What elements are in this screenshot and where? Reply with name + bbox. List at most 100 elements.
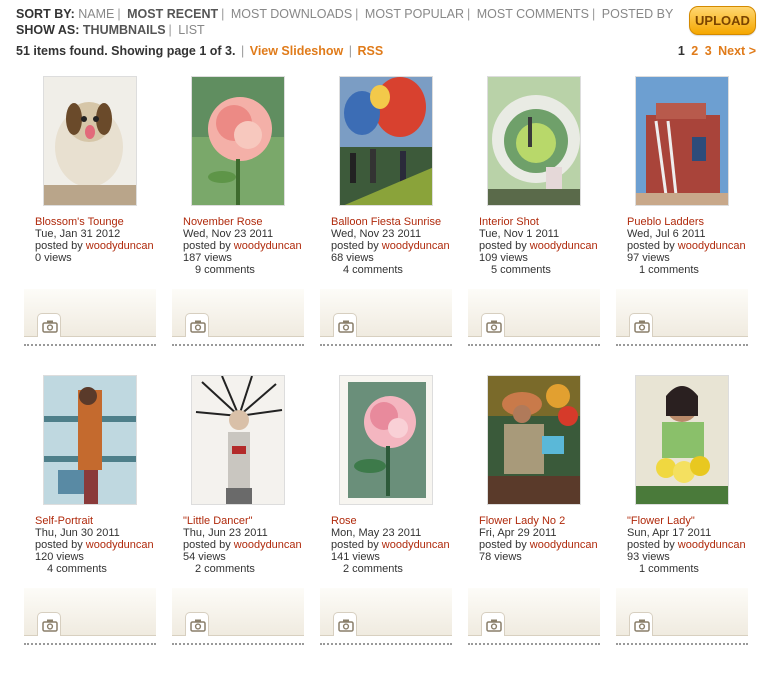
item-date: Fri, Apr 29 2011 bbox=[479, 527, 557, 539]
show-option-list[interactable]: LIST bbox=[178, 23, 204, 37]
page-1-link[interactable]: 1 bbox=[678, 44, 685, 58]
item-title[interactable]: "Little Dancer" bbox=[183, 515, 323, 527]
grid-row: Blossom's Tounge Tue, Jan 31 2012 posted b… bbox=[24, 76, 764, 375]
item-user-link[interactable]: woodyduncan bbox=[86, 240, 154, 252]
item-views: 120 views bbox=[35, 551, 84, 563]
item-user-link[interactable]: woodyduncan bbox=[678, 240, 746, 252]
sort-option-most-popular[interactable]: MOST POPULAR bbox=[365, 7, 464, 21]
artwork-thumbnail[interactable] bbox=[339, 76, 433, 206]
item-title[interactable]: Flower Lady No 2 bbox=[479, 515, 619, 527]
artwork-thumbnail[interactable] bbox=[191, 375, 285, 505]
artwork-thumbnail[interactable] bbox=[43, 76, 137, 206]
camera-icon[interactable] bbox=[629, 313, 653, 337]
artwork-thumbnail[interactable] bbox=[635, 76, 729, 206]
item-comments[interactable]: 4 comments bbox=[331, 264, 471, 276]
item-date: Sun, Apr 17 2011 bbox=[627, 527, 712, 539]
camera-icon[interactable] bbox=[333, 313, 357, 337]
item-user-link[interactable]: woodyduncan bbox=[678, 539, 746, 551]
page-2-link[interactable]: 2 bbox=[691, 44, 698, 58]
item-comments[interactable]: 5 comments bbox=[479, 264, 619, 276]
artwork-thumbnail[interactable] bbox=[43, 375, 137, 505]
item-date: Tue, Nov 1 2011 bbox=[479, 228, 560, 240]
artwork-thumbnail[interactable] bbox=[635, 375, 729, 505]
item-meta: Blossom's Tounge Tue, Jan 31 2012 posted b… bbox=[35, 216, 175, 264]
camera-icon[interactable] bbox=[37, 612, 61, 636]
sort-option-most-downloads[interactable]: MOST DOWNLOADS bbox=[231, 7, 352, 21]
item-tray bbox=[320, 588, 452, 636]
posted-by-label: posted by bbox=[479, 240, 527, 252]
camera-icon[interactable] bbox=[481, 313, 505, 337]
upload-button[interactable]: UPLOAD bbox=[689, 6, 756, 35]
camera-icon[interactable] bbox=[629, 612, 653, 636]
item-title[interactable]: Balloon Fiesta Sunrise bbox=[331, 216, 471, 228]
show-as-label: SHOW AS: bbox=[16, 23, 80, 37]
item-title[interactable]: Rose bbox=[331, 515, 471, 527]
item-user-link[interactable]: woodyduncan bbox=[530, 539, 598, 551]
item-comments[interactable]: 9 comments bbox=[183, 264, 323, 276]
item-comments[interactable]: 2 comments bbox=[183, 563, 323, 575]
item-views: 109 views bbox=[479, 252, 528, 264]
item-views: 78 views bbox=[479, 551, 522, 563]
artwork-thumbnail[interactable] bbox=[191, 76, 285, 206]
item-tray bbox=[468, 588, 600, 636]
divider bbox=[616, 643, 748, 645]
divider bbox=[616, 344, 748, 346]
item-comments[interactable]: 4 comments bbox=[35, 563, 175, 575]
item-views: 187 views bbox=[183, 252, 232, 264]
item-meta: "Flower Lady" Sun, Apr 17 2011 posted by w… bbox=[627, 515, 767, 575]
rss-link[interactable]: RSS bbox=[357, 44, 383, 58]
item-meta: Self-Portrait Thu, Jun 30 2011 posted by w… bbox=[35, 515, 175, 575]
camera-icon[interactable] bbox=[185, 313, 209, 337]
artwork-thumbnail[interactable] bbox=[339, 375, 433, 505]
item-meta: Flower Lady No 2 Fri, Apr 29 2011 posted b… bbox=[479, 515, 619, 563]
sort-option-most-recent[interactable]: MOST RECENT bbox=[127, 7, 218, 21]
item-date: Tue, Jan 31 2012 bbox=[35, 228, 121, 240]
posted-by-label: posted by bbox=[479, 539, 527, 551]
item-title[interactable]: Pueblo Ladders bbox=[627, 216, 767, 228]
view-slideshow-link[interactable]: View Slideshow bbox=[250, 44, 344, 58]
item-tray bbox=[172, 289, 304, 337]
show-option-thumbnails[interactable]: THUMBNAILS bbox=[83, 23, 166, 37]
artwork-thumbnail[interactable] bbox=[487, 375, 581, 505]
divider bbox=[468, 643, 600, 645]
item-user-link[interactable]: woodyduncan bbox=[234, 539, 302, 551]
item-tray bbox=[172, 588, 304, 636]
item-comments[interactable]: 2 comments bbox=[331, 563, 471, 575]
item-user-link[interactable]: woodyduncan bbox=[382, 240, 450, 252]
posted-by-label: posted by bbox=[35, 539, 83, 551]
item-title[interactable]: November Rose bbox=[183, 216, 323, 228]
sort-option-posted-by[interactable]: POSTED BY bbox=[602, 7, 674, 21]
artwork-thumbnail[interactable] bbox=[487, 76, 581, 206]
divider bbox=[468, 344, 600, 346]
item-user-link[interactable]: woodyduncan bbox=[382, 539, 450, 551]
camera-icon[interactable] bbox=[37, 313, 61, 337]
posted-by-label: posted by bbox=[627, 240, 675, 252]
item-tray bbox=[616, 588, 748, 636]
item-title[interactable]: Interior Shot bbox=[479, 216, 619, 228]
item-tray bbox=[320, 289, 452, 337]
item-tray bbox=[468, 289, 600, 337]
sort-option-most-comments[interactable]: MOST COMMENTS bbox=[477, 7, 589, 21]
page-3-link[interactable]: 3 bbox=[705, 44, 712, 58]
item-user-link[interactable]: woodyduncan bbox=[530, 240, 598, 252]
next-page-link[interactable]: Next > bbox=[718, 44, 756, 58]
item-date: Wed, Jul 6 2011 bbox=[627, 228, 706, 240]
item-views: 97 views bbox=[627, 252, 670, 264]
sort-option-name[interactable]: NAME bbox=[78, 7, 114, 21]
camera-icon[interactable] bbox=[185, 612, 209, 636]
sort-label: SORT BY: bbox=[16, 7, 75, 21]
posted-by-label: posted by bbox=[331, 240, 379, 252]
item-comments[interactable]: 1 comments bbox=[627, 563, 767, 575]
divider bbox=[320, 344, 452, 346]
camera-icon[interactable] bbox=[481, 612, 505, 636]
item-title[interactable]: Self-Portrait bbox=[35, 515, 175, 527]
item-title[interactable]: Blossom's Tounge bbox=[35, 216, 175, 228]
item-user-link[interactable]: woodyduncan bbox=[234, 240, 302, 252]
camera-icon[interactable] bbox=[333, 612, 357, 636]
item-user-link[interactable]: woodyduncan bbox=[86, 539, 154, 551]
posted-by-label: posted by bbox=[627, 539, 675, 551]
item-views: 141 views bbox=[331, 551, 380, 563]
item-title[interactable]: "Flower Lady" bbox=[627, 515, 767, 527]
item-tray bbox=[24, 588, 156, 636]
item-comments[interactable]: 1 comments bbox=[627, 264, 767, 276]
